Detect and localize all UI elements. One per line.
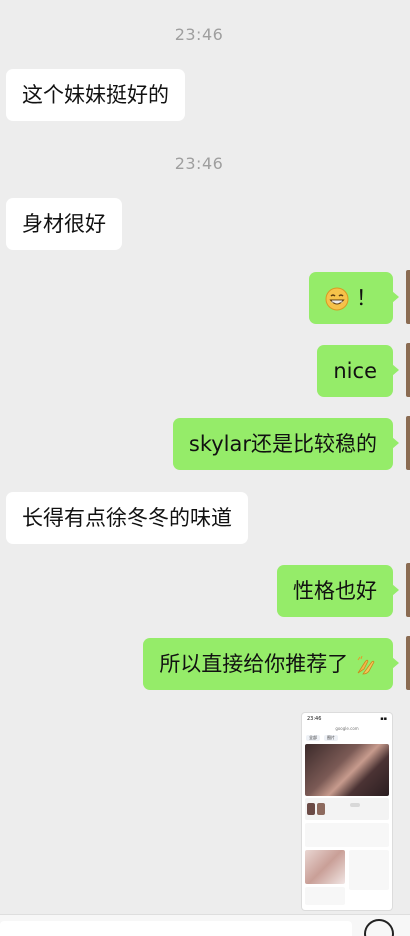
message-bubble-outgoing[interactable]: nice [317,345,399,397]
avatar[interactable] [406,636,410,690]
screenshot-text-block [305,887,345,905]
voice-button[interactable] [364,919,394,936]
chat-window: 23:46 这个妹妹挺好的 23:46 身材很好 ！ nice skylar还是… [0,0,410,936]
message-text: 长得有点徐冬冬的味道 [22,506,232,530]
message-bubble-outgoing[interactable]: ！ [309,272,399,325]
input-bar [0,914,410,936]
avatar[interactable] [406,270,410,324]
message-bubble-incoming[interactable]: 身材很好 [6,198,122,250]
screenshot-status-time: 23:46 [307,716,322,722]
avatar[interactable] [406,416,410,470]
message-bubble-outgoing[interactable]: 所以直接给你推荐了 [143,638,399,691]
screenshot-url: google.com [335,726,359,731]
avatar[interactable] [406,343,410,397]
screenshot-tab: 全部 [306,735,320,741]
grinning-face-icon [325,273,349,325]
timestamp: 23:46 [174,154,224,173]
applause-hands-icon [355,639,377,691]
message-bubble-incoming[interactable]: 长得有点徐冬冬的味道 [6,492,248,544]
message-text: skylar还是比较稳的 [188,432,377,456]
message-text: nice [333,359,377,383]
screenshot-thumbnail [305,850,345,884]
timestamp: 23:46 [174,25,224,44]
screenshot-status-bar: 23:46 ▪▪ [302,713,392,725]
message-text: 性格也好 [293,579,377,603]
message-bubble-incoming[interactable]: 这个妹妹挺好的 [6,69,185,121]
screenshot-tab: 图片 [324,735,338,741]
message-text: 这个妹妹挺好的 [22,83,169,107]
message-text: 身材很好 [22,212,106,236]
message-input[interactable] [0,921,352,936]
screenshot-hero-photo [305,744,389,796]
shared-screenshot-image[interactable]: 23:46 ▪▪ google.com 全部 图片 [302,713,392,910]
message-bubble-outgoing[interactable]: 性格也好 [277,565,399,617]
screenshot-thumbnail [350,803,360,807]
message-text: ！ [356,286,377,310]
signal-icon: ▪▪ [380,716,387,722]
screenshot-tabs: 全部 图片 [302,733,392,743]
avatar[interactable] [406,563,410,617]
screenshot-text-block [305,823,389,847]
screenshot-thumbnail [317,803,325,815]
message-text: 所以直接给你推荐了 [159,652,349,676]
screenshot-thumbnail [307,803,315,815]
message-bubble-outgoing[interactable]: skylar还是比较稳的 [172,418,400,470]
screenshot-text-block [349,850,389,890]
